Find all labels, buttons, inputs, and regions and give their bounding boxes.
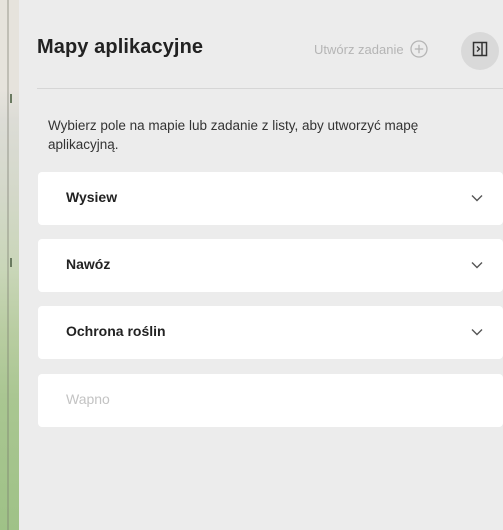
section-label: Ochrona roślin	[66, 323, 166, 339]
panel-title: Mapy aplikacyjne	[37, 36, 204, 58]
panel-collapse-icon	[472, 41, 488, 62]
panel-header: Mapy aplikacyjne Utwórz zadanie	[19, 10, 503, 88]
app-root: Mapy aplikacyjne Utwórz zadanie Wybierz …	[0, 0, 503, 530]
map-road-line	[7, 0, 9, 530]
header-divider	[37, 88, 503, 89]
section-label: Wysiew	[66, 189, 118, 205]
map-marker	[10, 258, 12, 267]
section-crop-protection[interactable]: Ochrona roślin	[38, 306, 503, 359]
section-label: Nawóz	[66, 256, 111, 272]
section-label: Wapno	[66, 391, 110, 407]
create-task-label: Utwórz zadanie	[314, 41, 404, 57]
chevron-down-icon	[471, 262, 483, 269]
map-marker	[10, 94, 12, 103]
section-sowing[interactable]: Wysiew	[38, 172, 503, 225]
create-task-button[interactable]: Utwórz zadanie	[314, 40, 428, 58]
collapse-panel-button[interactable]	[461, 32, 499, 70]
application-maps-panel: Mapy aplikacyjne Utwórz zadanie Wybierz …	[19, 10, 503, 530]
section-fertilizer[interactable]: Nawóz	[38, 239, 503, 292]
chevron-down-icon	[471, 329, 483, 336]
map-view-edge[interactable]	[0, 0, 19, 530]
panel-description: Wybierz pole na mapie lub zadanie z list…	[48, 118, 419, 152]
section-lime: Wapno	[38, 374, 503, 427]
plus-circle-icon	[409, 40, 428, 58]
chevron-down-icon	[471, 195, 483, 202]
